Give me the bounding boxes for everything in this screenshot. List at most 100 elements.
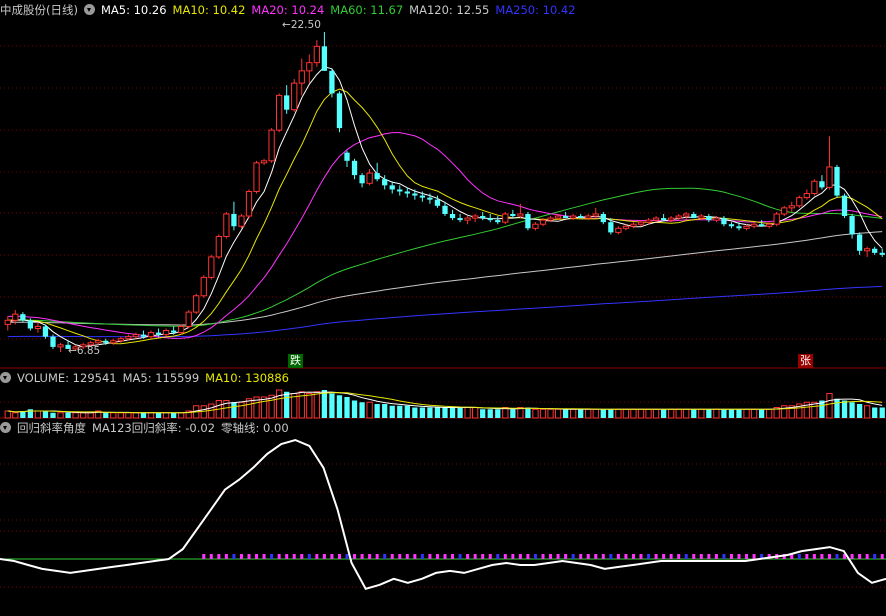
volume-label: VOLUME: 129541 bbox=[17, 371, 117, 385]
candle-body bbox=[872, 248, 878, 253]
zero-tick bbox=[865, 554, 869, 559]
volume-bar bbox=[547, 408, 554, 419]
zero-tick bbox=[820, 554, 824, 559]
zero-tick bbox=[345, 554, 349, 559]
volume-bar bbox=[359, 402, 365, 418]
volume-bar bbox=[125, 412, 132, 419]
candle-body bbox=[268, 129, 275, 162]
zero-tick bbox=[398, 554, 402, 559]
candle-body bbox=[803, 193, 810, 199]
ma10-line bbox=[7, 88, 883, 345]
candle-body bbox=[95, 340, 102, 344]
candle-body bbox=[547, 217, 554, 221]
volume-bar bbox=[442, 407, 448, 418]
zero-tick bbox=[797, 554, 801, 559]
candle-body bbox=[34, 325, 42, 329]
candle-body bbox=[291, 82, 298, 111]
zero-tick bbox=[262, 554, 266, 559]
candle-body bbox=[645, 219, 652, 223]
candle-body bbox=[178, 325, 185, 334]
dropdown-icon[interactable] bbox=[0, 372, 11, 383]
zero-tick bbox=[405, 554, 409, 559]
zero-tick bbox=[549, 554, 553, 559]
volume-bar bbox=[872, 407, 878, 418]
candle-body bbox=[427, 197, 433, 200]
candle-body bbox=[231, 213, 237, 227]
zero-tick bbox=[315, 554, 319, 559]
volume-bar bbox=[238, 401, 245, 419]
volume-bar bbox=[434, 407, 441, 418]
candle-body bbox=[306, 62, 313, 72]
zero-tick bbox=[353, 554, 357, 559]
zero-tick bbox=[647, 554, 651, 559]
volume-bar bbox=[856, 404, 863, 418]
candle-body bbox=[736, 226, 742, 229]
candle-body bbox=[713, 217, 720, 221]
zero-tick bbox=[624, 554, 628, 559]
volume-bar bbox=[539, 408, 547, 419]
volume-bar bbox=[140, 412, 147, 418]
zero-tick bbox=[616, 554, 620, 559]
candle-body bbox=[200, 276, 207, 297]
volume-bar bbox=[713, 408, 720, 419]
volume-bar bbox=[728, 409, 735, 418]
volume-bar bbox=[464, 407, 471, 419]
volume-bar bbox=[80, 412, 87, 419]
dropdown-icon[interactable] bbox=[0, 422, 11, 433]
zero-tick bbox=[601, 554, 605, 559]
candle-body bbox=[276, 94, 283, 131]
candle-body bbox=[103, 340, 109, 343]
zero-tick bbox=[473, 554, 477, 559]
zero-tick bbox=[413, 554, 417, 559]
zero-tick bbox=[390, 554, 394, 559]
candle-body bbox=[788, 205, 795, 209]
volume-bar bbox=[50, 412, 56, 418]
candle-body bbox=[525, 213, 531, 229]
regression-angle-line bbox=[0, 438, 886, 590]
candle-body bbox=[147, 332, 155, 338]
volume-bar bbox=[344, 397, 350, 418]
zero-tick bbox=[880, 554, 884, 559]
candle-body bbox=[389, 185, 395, 190]
ma250-label: MA250: 10.42 bbox=[495, 3, 576, 17]
zero-tick bbox=[458, 554, 462, 559]
candle-body bbox=[359, 175, 365, 184]
volume-bar bbox=[487, 409, 493, 418]
volume-bar bbox=[57, 412, 64, 419]
volume-bar bbox=[366, 401, 373, 419]
volume-bar bbox=[110, 412, 117, 419]
candle-body bbox=[615, 227, 622, 233]
candle-body bbox=[12, 313, 19, 321]
volume-bar bbox=[132, 412, 140, 419]
candle-body bbox=[796, 197, 803, 207]
candle-body bbox=[245, 190, 253, 217]
chart-canvas[interactable] bbox=[0, 0, 886, 612]
candle-body bbox=[781, 207, 788, 215]
volume-bar bbox=[457, 407, 463, 418]
candle-body bbox=[750, 223, 758, 227]
zero-tick bbox=[692, 554, 696, 559]
volume-bar bbox=[374, 404, 380, 418]
volume-bar bbox=[578, 409, 584, 418]
volume-bar bbox=[592, 408, 599, 419]
zero-tick bbox=[322, 554, 326, 559]
candle-body bbox=[238, 215, 245, 227]
candle-body bbox=[313, 45, 320, 64]
zero-tick bbox=[232, 554, 236, 559]
dropdown-icon[interactable] bbox=[83, 4, 95, 15]
zero-tick bbox=[209, 554, 213, 559]
volume-bar bbox=[34, 410, 42, 419]
candle-body bbox=[185, 311, 192, 327]
kline-chart[interactable]: 中成股份(日线) MA5: 10.26 MA10: 10.42 MA20: 10.24… bbox=[0, 0, 886, 612]
zero-tick bbox=[556, 554, 560, 559]
volume-bar bbox=[72, 412, 79, 419]
candle-body bbox=[622, 225, 630, 229]
volume-bar bbox=[750, 408, 758, 419]
zero-tick bbox=[541, 554, 545, 559]
candle-body bbox=[600, 213, 606, 223]
volume-bar bbox=[585, 408, 592, 419]
tag-up: 张 bbox=[798, 354, 813, 368]
candle-body bbox=[652, 217, 660, 221]
volume-bar bbox=[841, 400, 848, 418]
candle-body bbox=[728, 224, 735, 227]
